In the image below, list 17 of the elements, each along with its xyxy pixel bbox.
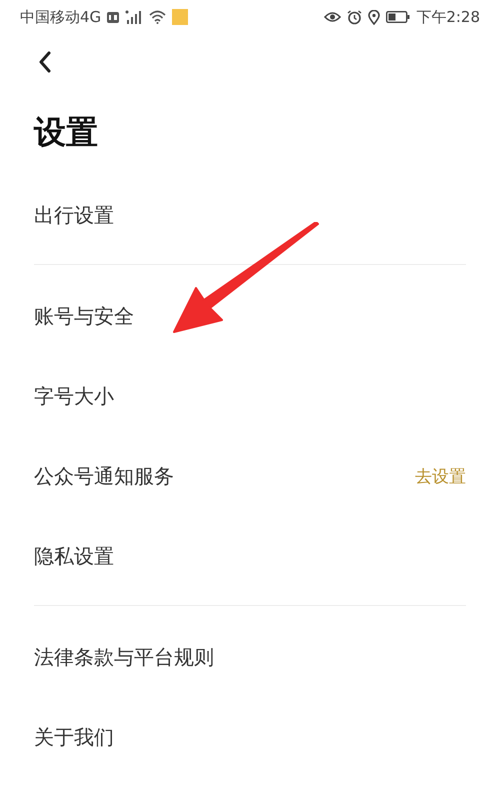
- battery-icon: [386, 11, 410, 23]
- back-icon[interactable]: [38, 51, 52, 73]
- settings-item[interactable]: 关于我们: [34, 724, 114, 750]
- settings-item[interactable]: 出行设置: [34, 202, 114, 228]
- settings-item[interactable]: 账号与安全: [34, 302, 134, 330]
- settings-item[interactable]: 公众号通知服务: [34, 462, 174, 490]
- alarm-icon: [347, 10, 362, 24]
- settings-item[interactable]: 字号大小: [34, 382, 114, 410]
- signal-icon: [125, 10, 144, 24]
- settings-item[interactable]: 法律条款与平台规则: [34, 644, 214, 670]
- settings-item[interactable]: 隐私设置: [34, 542, 114, 570]
- clock-time: 下午2:28: [416, 8, 480, 26]
- wifi-icon: [149, 10, 166, 24]
- location-icon: [368, 10, 380, 24]
- eye-icon: [324, 10, 342, 24]
- carrier-name: 中国移动4G: [20, 8, 102, 26]
- page-title: 设置: [34, 112, 98, 152]
